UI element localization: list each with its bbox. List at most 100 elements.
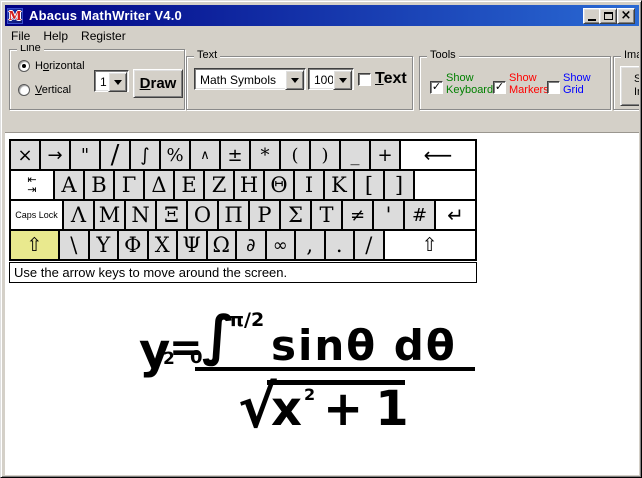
shift-right-key[interactable]: ⇧ — [384, 230, 477, 260]
keyboard-key[interactable]: H — [234, 170, 264, 200]
keyboard-key[interactable]: ≠ — [342, 200, 373, 230]
keyboard-key[interactable]: ] — [384, 170, 414, 200]
show-keyboard-checkbox[interactable]: ✓ — [430, 81, 443, 94]
virtual-keyboard: ×→"/∫%∧±*()_+⟵ ⇤ ⇥ABΓΔEZHΘIK[] Caps Lock… — [9, 139, 477, 261]
radio-vertical-label: Vertical — [35, 84, 71, 96]
label-part: H — [35, 60, 43, 72]
app-window: M Abacus MathWriter V4.0 × File Help Reg… — [0, 0, 642, 478]
keyboard-key[interactable]: → — [40, 140, 70, 170]
label-accel: V — [35, 84, 42, 96]
keyboard-key[interactable]: Ξ — [156, 200, 187, 230]
keyboard-key[interactable]: ) — [310, 140, 340, 170]
menu-item-register[interactable]: Register — [75, 27, 133, 45]
keyboard-key[interactable]: O — [187, 200, 218, 230]
enter-key[interactable]: ↵ — [435, 200, 476, 230]
keyboard-key[interactable]: / — [354, 230, 384, 260]
keyboard-key[interactable]: # — [404, 200, 435, 230]
keyboard-key[interactable]: Γ — [114, 170, 144, 200]
keyboard-key[interactable]: M — [94, 200, 125, 230]
font-select[interactable]: Math Symbols — [194, 68, 306, 90]
maximize-button[interactable] — [599, 8, 617, 24]
keyboard-key[interactable]: ± — [220, 140, 250, 170]
text-mode-label: Text — [375, 70, 407, 88]
keyboard-key[interactable]: N — [125, 200, 156, 230]
formula-integral-lower-bound: 0 — [190, 347, 203, 368]
show-grid-checkbox[interactable] — [547, 81, 560, 94]
keyboard-key[interactable]: E — [174, 170, 204, 200]
keyboard-key[interactable]: + — [370, 140, 400, 170]
keyboard-key[interactable]: * — [250, 140, 280, 170]
show-markers-checkbox[interactable]: ✓ — [493, 81, 506, 94]
label-line: Show — [509, 72, 537, 84]
keyboard-key[interactable]: Σ — [280, 200, 311, 230]
keyboard-key[interactable]: ( — [280, 140, 310, 170]
caps-lock-key[interactable]: Caps Lock — [10, 200, 63, 230]
font-select-dropdown-button[interactable] — [285, 70, 304, 90]
keyboard-key[interactable]: ∂ — [236, 230, 266, 260]
radio-horizontal[interactable]: Horizontal — [18, 60, 85, 72]
close-button[interactable]: × — [617, 8, 635, 24]
keyboard-key[interactable]: ∞ — [266, 230, 296, 260]
label-part: ertical — [42, 84, 71, 96]
keyboard-key[interactable]: Ω — [207, 230, 237, 260]
radio-horizontal-circle — [18, 60, 30, 72]
keyboard-key[interactable]: [ — [354, 170, 384, 200]
keyboard-key[interactable]: / — [100, 140, 130, 170]
toolbar: Line Horizontal Vertical 1 Draw — [5, 45, 639, 133]
keyboard-key[interactable]: Λ — [63, 200, 94, 230]
set-image-button[interactable]: SeIma — [620, 66, 639, 106]
tab-key[interactable]: ⇤ ⇥ — [10, 170, 54, 200]
draw-button[interactable]: Draw — [133, 69, 183, 98]
line-group: Line Horizontal Vertical 1 Draw — [9, 49, 185, 110]
backspace-key[interactable]: ⟵ — [400, 140, 476, 170]
keyboard-key[interactable]: Δ — [144, 170, 174, 200]
label-line: Se — [634, 73, 639, 85]
label-line: Markers — [509, 84, 549, 96]
keyboard-key[interactable]: Φ — [118, 230, 148, 260]
shift-left-key[interactable]: ⇧ — [10, 230, 59, 260]
keyboard-key[interactable]: % — [160, 140, 190, 170]
text-mode-checkbox[interactable] — [358, 73, 371, 86]
drawing-canvas[interactable]: ×→"/∫%∧±*()_+⟵ ⇤ ⇥ABΓΔEZHΘIK[] Caps Lock… — [5, 133, 639, 475]
keyboard-key[interactable]: T — [311, 200, 342, 230]
line-width-dropdown-button[interactable] — [108, 72, 127, 92]
line-width-select[interactable]: 1 — [94, 70, 129, 92]
keyboard-key[interactable]: Z — [204, 170, 234, 200]
keyboard-filler[interactable] — [414, 170, 476, 200]
keyboard-key[interactable]: " — [70, 140, 100, 170]
keyboard-key[interactable]: Θ — [264, 170, 294, 200]
keyboard-key[interactable]: _ — [340, 140, 370, 170]
keyboard-key[interactable]: . — [325, 230, 355, 260]
keyboard-key[interactable]: Ψ — [177, 230, 207, 260]
keyboard-key[interactable]: ∫ — [130, 140, 160, 170]
status-bar: Use the arrow keys to move around the sc… — [9, 262, 477, 283]
size-select-dropdown-button[interactable] — [333, 70, 352, 90]
formula-denominator-exponent: 2 — [304, 385, 315, 404]
keyboard-key[interactable]: ∧ — [190, 140, 220, 170]
menu-bar: File Help Register — [5, 26, 639, 45]
menu-item-help[interactable]: Help — [37, 27, 75, 45]
keyboard-key[interactable]: X — [148, 230, 178, 260]
label-line: Grid — [563, 84, 584, 96]
label-part: ext — [384, 70, 407, 87]
images-group-label: Imag — [621, 49, 639, 61]
keyboard-key[interactable]: A — [54, 170, 84, 200]
keyboard-key[interactable]: \ — [59, 230, 89, 260]
size-select[interactable]: 100 — [308, 68, 354, 90]
menu-item-file[interactable]: File — [5, 27, 37, 45]
chevron-down-icon — [114, 80, 122, 89]
formula-integral-upper-bound: π/2 — [229, 309, 264, 331]
label-line: Keyboard — [446, 84, 493, 96]
radio-vertical[interactable]: Vertical — [18, 84, 71, 96]
radio-selected-dot — [22, 64, 26, 68]
keyboard-key[interactable]: Π — [218, 200, 249, 230]
keyboard-key[interactable]: , — [295, 230, 325, 260]
keyboard-key[interactable]: B — [84, 170, 114, 200]
keyboard-key[interactable]: Y — [89, 230, 119, 260]
keyboard-key[interactable]: × — [10, 140, 40, 170]
keyboard-key[interactable]: P — [249, 200, 280, 230]
keyboard-key[interactable]: I — [294, 170, 324, 200]
keyboard-key[interactable]: K — [324, 170, 354, 200]
keyboard-key[interactable]: ' — [373, 200, 404, 230]
label-line: Show — [563, 72, 591, 84]
